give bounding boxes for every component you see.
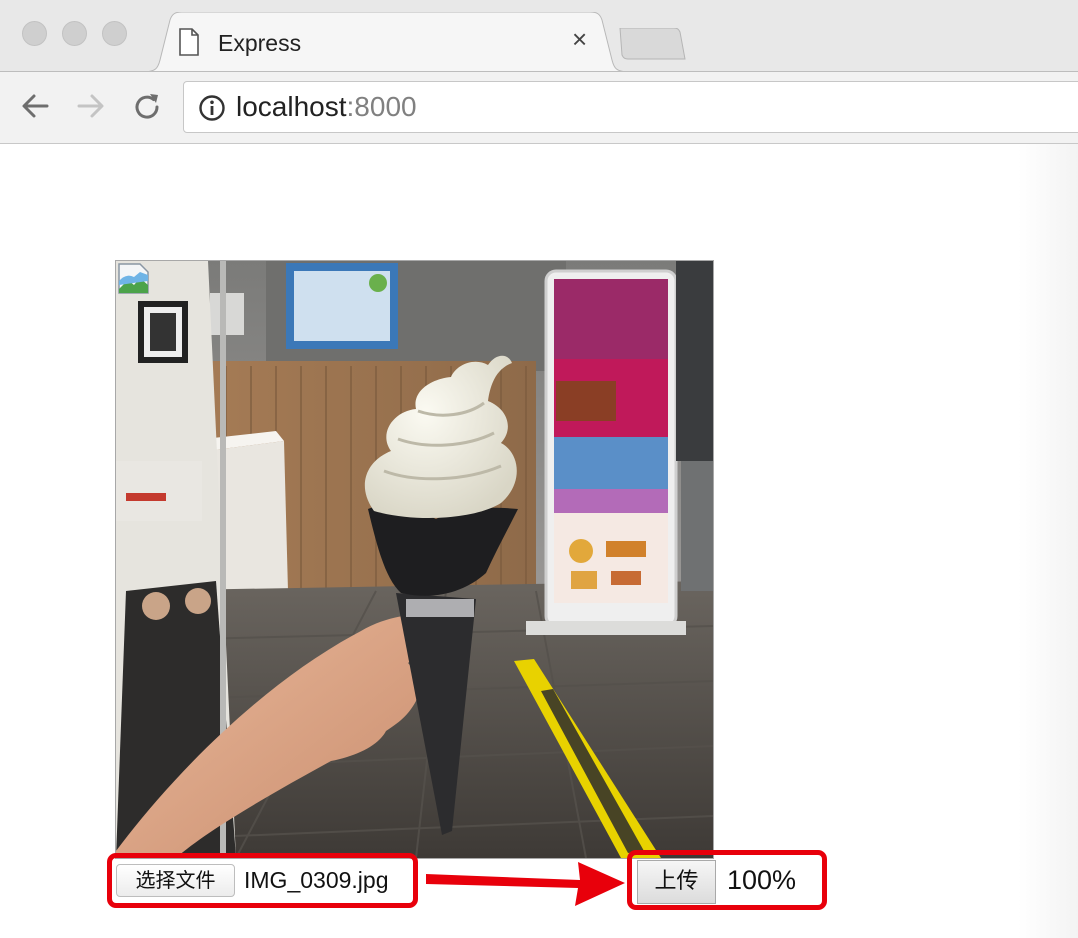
info-icon[interactable] bbox=[198, 94, 226, 127]
url-host: localhost bbox=[236, 91, 347, 122]
window-zoom-dot[interactable] bbox=[102, 21, 127, 46]
new-tab-button[interactable] bbox=[618, 27, 686, 65]
url-text: localhost:8000 bbox=[236, 91, 417, 123]
page-edge-shadow bbox=[1018, 144, 1078, 938]
url-port: :8000 bbox=[346, 91, 417, 122]
ice-cream-photo bbox=[116, 261, 713, 858]
broken-image-icon bbox=[118, 263, 150, 300]
annotation-arrow-icon bbox=[420, 850, 630, 915]
tab-close-icon[interactable]: × bbox=[572, 26, 587, 52]
annotation-upload-box bbox=[627, 850, 827, 910]
address-bar[interactable]: localhost:8000 bbox=[183, 81, 1078, 133]
tab-express[interactable]: Express × bbox=[142, 12, 630, 72]
browser-toolbar: localhost:8000 bbox=[0, 71, 1078, 144]
window-close-dot[interactable] bbox=[22, 21, 47, 46]
window-minimize-dot[interactable] bbox=[62, 21, 87, 46]
document-icon bbox=[178, 28, 200, 61]
annotation-file-box bbox=[107, 853, 418, 908]
tab-title: Express bbox=[218, 30, 302, 56]
tab-strip: Express × bbox=[0, 0, 1078, 72]
back-arrow-icon[interactable] bbox=[20, 91, 50, 126]
forward-arrow-icon[interactable] bbox=[76, 91, 106, 126]
uploaded-image-preview bbox=[115, 260, 714, 859]
reload-icon[interactable] bbox=[131, 91, 163, 128]
